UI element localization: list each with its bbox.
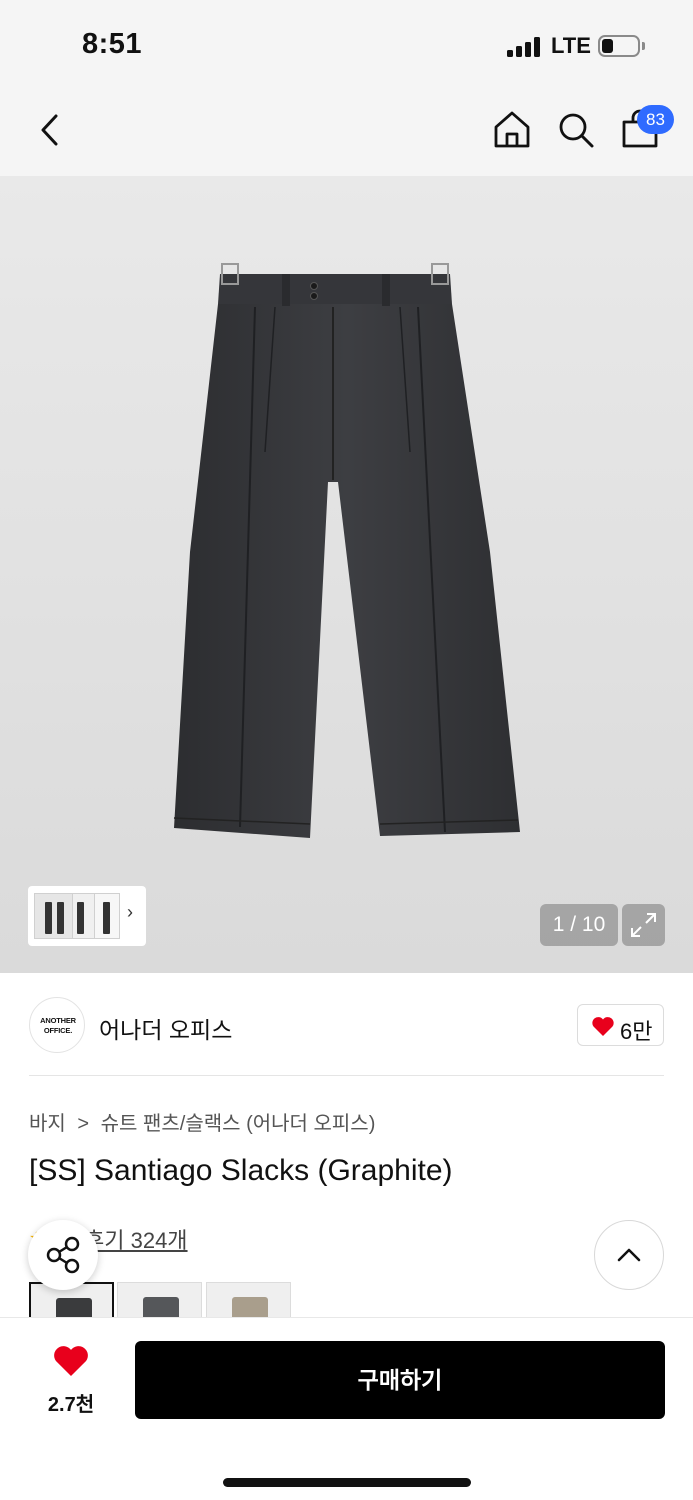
thumbnail-strip[interactable]: › xyxy=(28,886,146,946)
brand-like-button[interactable]: 6만 xyxy=(577,1004,664,1046)
home-icon[interactable] xyxy=(490,108,534,152)
network-label: LTE xyxy=(551,33,591,58)
expand-icon xyxy=(631,913,656,937)
buy-button[interactable]: 구매하기 xyxy=(135,1341,665,1419)
image-page-counter: 1 / 10 xyxy=(540,904,618,946)
product-image xyxy=(173,263,520,838)
product-title: [SS] Santiago Slacks (Graphite) xyxy=(29,1154,453,1187)
heart-icon xyxy=(592,1017,614,1036)
scroll-top-button[interactable] xyxy=(594,1220,664,1290)
product-image-gallery[interactable]: › 1 / 10 xyxy=(0,176,693,973)
signal-icon xyxy=(507,37,543,57)
divider xyxy=(29,1075,664,1076)
status-bar: 8:51 LTE xyxy=(0,0,693,88)
thumbnail-chevron-icon: › xyxy=(127,902,133,922)
breadcrumb: 바지 > 슈트 팬츠/슬랙스 (어나더 오피스) xyxy=(29,1107,381,1136)
battery-icon xyxy=(598,35,640,57)
wish-heart-icon[interactable] xyxy=(52,1344,90,1378)
breadcrumb-subcategory[interactable]: 슈트 팬츠/슬랙스 (어나더 오피스) xyxy=(101,1113,376,1135)
color-swatch[interactable] xyxy=(117,1282,202,1322)
expand-button[interactable] xyxy=(622,904,665,946)
breadcrumb-separator: > xyxy=(77,1113,90,1135)
home-indicator xyxy=(223,1478,471,1487)
brand-like-count: 6만 xyxy=(620,1019,653,1044)
share-icon xyxy=(46,1236,80,1274)
status-time: 8:51 xyxy=(82,28,143,60)
share-button[interactable] xyxy=(28,1220,98,1290)
bottom-action-bar: 2.7천 구매하기 xyxy=(0,1317,693,1500)
cart-count-badge: 83 xyxy=(637,105,674,134)
breadcrumb-category[interactable]: 바지 xyxy=(29,1113,66,1135)
battery-tip xyxy=(642,42,645,50)
review-link[interactable]: 후기 324개 xyxy=(84,1223,188,1255)
brand-logo[interactable]: ANOTHER OFFICE. xyxy=(29,997,85,1053)
back-chevron-icon[interactable] xyxy=(36,110,66,150)
wish-count: 2.7천 xyxy=(47,1394,95,1416)
thumbnail-card xyxy=(94,893,120,939)
brand-row[interactable]: ANOTHER OFFICE. 어나더 오피스 6만 xyxy=(0,973,693,1075)
color-swatch[interactable] xyxy=(206,1282,291,1322)
brand-name[interactable]: 어나더 오피스 xyxy=(99,1011,232,1045)
search-icon[interactable] xyxy=(554,108,598,152)
chevron-up-icon xyxy=(617,1248,641,1262)
